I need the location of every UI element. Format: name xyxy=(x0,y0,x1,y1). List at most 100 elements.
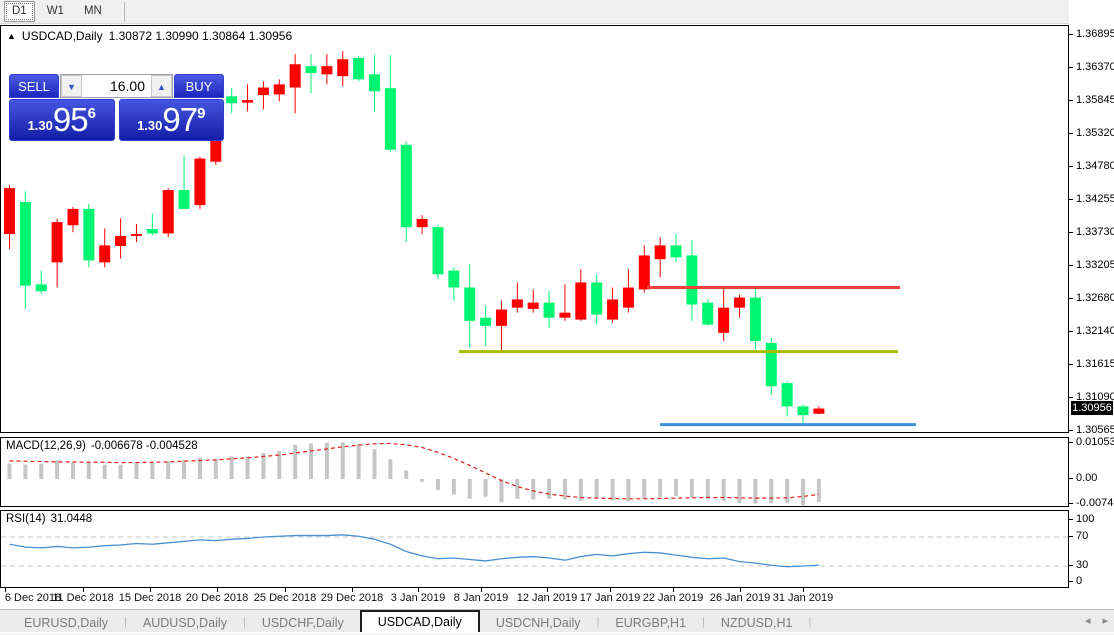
time-axis-label: 15 Dec 2018 xyxy=(119,592,181,604)
buy-price-prefix: 1.30 xyxy=(137,118,162,133)
axis-tick xyxy=(1069,397,1073,398)
axis-tick xyxy=(1069,67,1073,68)
tab-scroll-controls: ◂ ▸ xyxy=(1085,614,1108,627)
time-axis[interactable]: 6 Dec 201811 Dec 201815 Dec 201820 Dec 2… xyxy=(0,588,1069,609)
time-axis-label: 17 Jan 2019 xyxy=(580,592,641,604)
axis-tick xyxy=(1069,519,1073,520)
macd-histogram-bar xyxy=(166,461,170,479)
tab-scroll-right-icon[interactable]: ▸ xyxy=(1102,614,1108,627)
macd-histogram-bar xyxy=(373,449,377,479)
axis-tick xyxy=(1069,232,1073,233)
macd-histogram-bar xyxy=(71,463,75,479)
value-axis-column[interactable]: 1.30956 1.368951.363701.358451.353201.34… xyxy=(1069,0,1114,635)
axis-tick xyxy=(1069,166,1073,167)
sell-quote-box[interactable]: 1.30 95 6 xyxy=(9,99,115,141)
axis-tick xyxy=(1069,536,1073,537)
tab-usdchf[interactable]: USDCHF,Daily xyxy=(246,613,360,633)
price-axis-label: 1.30565 xyxy=(1076,424,1114,436)
macd-histogram-bar xyxy=(563,479,567,500)
price-axis-label: 1.33730 xyxy=(1076,226,1114,238)
buy-price-pipette: 9 xyxy=(197,105,205,122)
candle-body xyxy=(290,64,301,87)
time-axis-label: 31 Jan 2019 xyxy=(773,592,834,604)
trading-terminal-window: D1W1MN ▲ USDCAD,Daily 1.30872 1.30990 1.… xyxy=(0,0,1114,635)
axis-tick xyxy=(1069,565,1073,566)
timeframe-button-d1[interactable]: D1 xyxy=(4,1,35,22)
macd-indicator-pane[interactable]: MACD(12,26,9) -0.006678 -0.004528 xyxy=(0,437,1069,507)
candle-body xyxy=(369,74,380,91)
macd-histogram-bar xyxy=(309,443,313,479)
candle-body xyxy=(655,245,666,259)
tab-usdcad[interactable]: USDCAD,Daily xyxy=(360,610,480,633)
candle-body xyxy=(417,219,428,227)
time-axis-label: 22 Jan 2019 xyxy=(643,592,704,604)
axis-tick xyxy=(1069,478,1073,479)
candle-body xyxy=(52,222,63,262)
price-chart-pane[interactable]: ▲ USDCAD,Daily 1.30872 1.30990 1.30864 1… xyxy=(0,25,1069,433)
price-axis-label: 1.32680 xyxy=(1076,292,1114,304)
buy-button[interactable]: BUY xyxy=(174,74,224,98)
tab-eurgbp[interactable]: EURGBP,H1 xyxy=(599,613,702,633)
buy-quote-box[interactable]: 1.30 97 9 xyxy=(119,99,225,141)
candle-body xyxy=(671,245,682,257)
time-axis-label: 12 Jan 2019 xyxy=(517,592,578,604)
axis-tick xyxy=(1069,34,1073,35)
candle-body xyxy=(591,282,602,314)
sell-price-prefix: 1.30 xyxy=(28,118,53,133)
rsi-indicator-pane[interactable]: RSI(14) 31.0448 xyxy=(0,510,1069,588)
candle-body xyxy=(623,288,634,308)
candle-body xyxy=(639,255,650,289)
chart-tab-bar: EURUSD,Daily|AUDUSD,Daily|USDCHF,DailyUS… xyxy=(0,609,1114,633)
macd-histogram-bar xyxy=(801,479,805,505)
macd-histogram-bar xyxy=(547,479,551,499)
tab-eurusd[interactable]: EURUSD,Daily xyxy=(8,613,124,633)
tab-separator: | xyxy=(808,616,811,628)
price-axis-label: 1.35320 xyxy=(1076,127,1114,139)
candle-body xyxy=(686,255,697,304)
volume-decrease-icon[interactable]: ▼ xyxy=(61,75,82,97)
volume-input[interactable] xyxy=(82,75,151,97)
price-axis-label: 1.33205 xyxy=(1076,259,1114,271)
candle-body xyxy=(163,190,174,233)
rsi-axis-label: 0 xyxy=(1076,575,1082,587)
macd-histogram-bar xyxy=(134,463,138,479)
candle-body xyxy=(258,88,269,96)
macd-histogram-bar xyxy=(404,470,408,479)
price-axis-label: 1.36895 xyxy=(1076,28,1114,40)
timeframe-button-mn[interactable]: MN xyxy=(76,1,110,22)
tab-scroll-left-icon[interactable]: ◂ xyxy=(1085,614,1091,627)
macd-histogram-bar xyxy=(325,443,329,479)
axis-tick xyxy=(1069,100,1073,101)
macd-histogram-bar xyxy=(674,479,678,496)
timeframe-buttons: D1W1MN xyxy=(0,1,110,22)
chart-tabs: EURUSD,Daily|AUDUSD,Daily|USDCHF,DailyUS… xyxy=(8,610,811,633)
price-axis-label: 1.36370 xyxy=(1076,61,1114,73)
candle-body xyxy=(432,227,443,274)
sell-button[interactable]: SELL xyxy=(9,74,59,98)
candle-body xyxy=(147,229,158,233)
rsi-name: RSI(14) xyxy=(6,513,46,525)
tab-usdcnh[interactable]: USDCNH,Daily xyxy=(480,613,597,633)
macd-histogram-bar xyxy=(595,479,599,499)
time-axis-label: 11 Dec 2018 xyxy=(52,592,114,604)
price-axis-label: 1.31090 xyxy=(1076,391,1114,403)
chart-title: ▲ USDCAD,Daily 1.30872 1.30990 1.30864 1… xyxy=(7,29,292,43)
macd-histogram-bar xyxy=(611,479,615,500)
tab-nzdusd[interactable]: NZDUSD,H1 xyxy=(705,613,809,633)
toolbar-separator xyxy=(124,2,125,22)
timeframe-button-w1[interactable]: W1 xyxy=(39,1,72,22)
axis-tick xyxy=(1069,199,1073,200)
volume-increase-icon[interactable]: ▲ xyxy=(151,75,172,97)
collapse-toggle-icon[interactable]: ▲ xyxy=(7,31,16,41)
candle-body xyxy=(36,284,47,291)
macd-histogram-bar xyxy=(23,465,27,479)
rsi-axis-label: 70 xyxy=(1076,530,1088,542)
candle-body xyxy=(4,188,15,234)
macd-axis-label: 0.00 xyxy=(1076,472,1097,484)
time-axis-label: 20 Dec 2018 xyxy=(186,592,248,604)
rsi-label: RSI(14) 31.0448 xyxy=(6,513,92,525)
candle-body xyxy=(464,288,475,321)
macd-histogram-bar xyxy=(246,456,250,479)
candle-body xyxy=(83,209,94,261)
tab-audusd[interactable]: AUDUSD,Daily xyxy=(127,613,243,633)
